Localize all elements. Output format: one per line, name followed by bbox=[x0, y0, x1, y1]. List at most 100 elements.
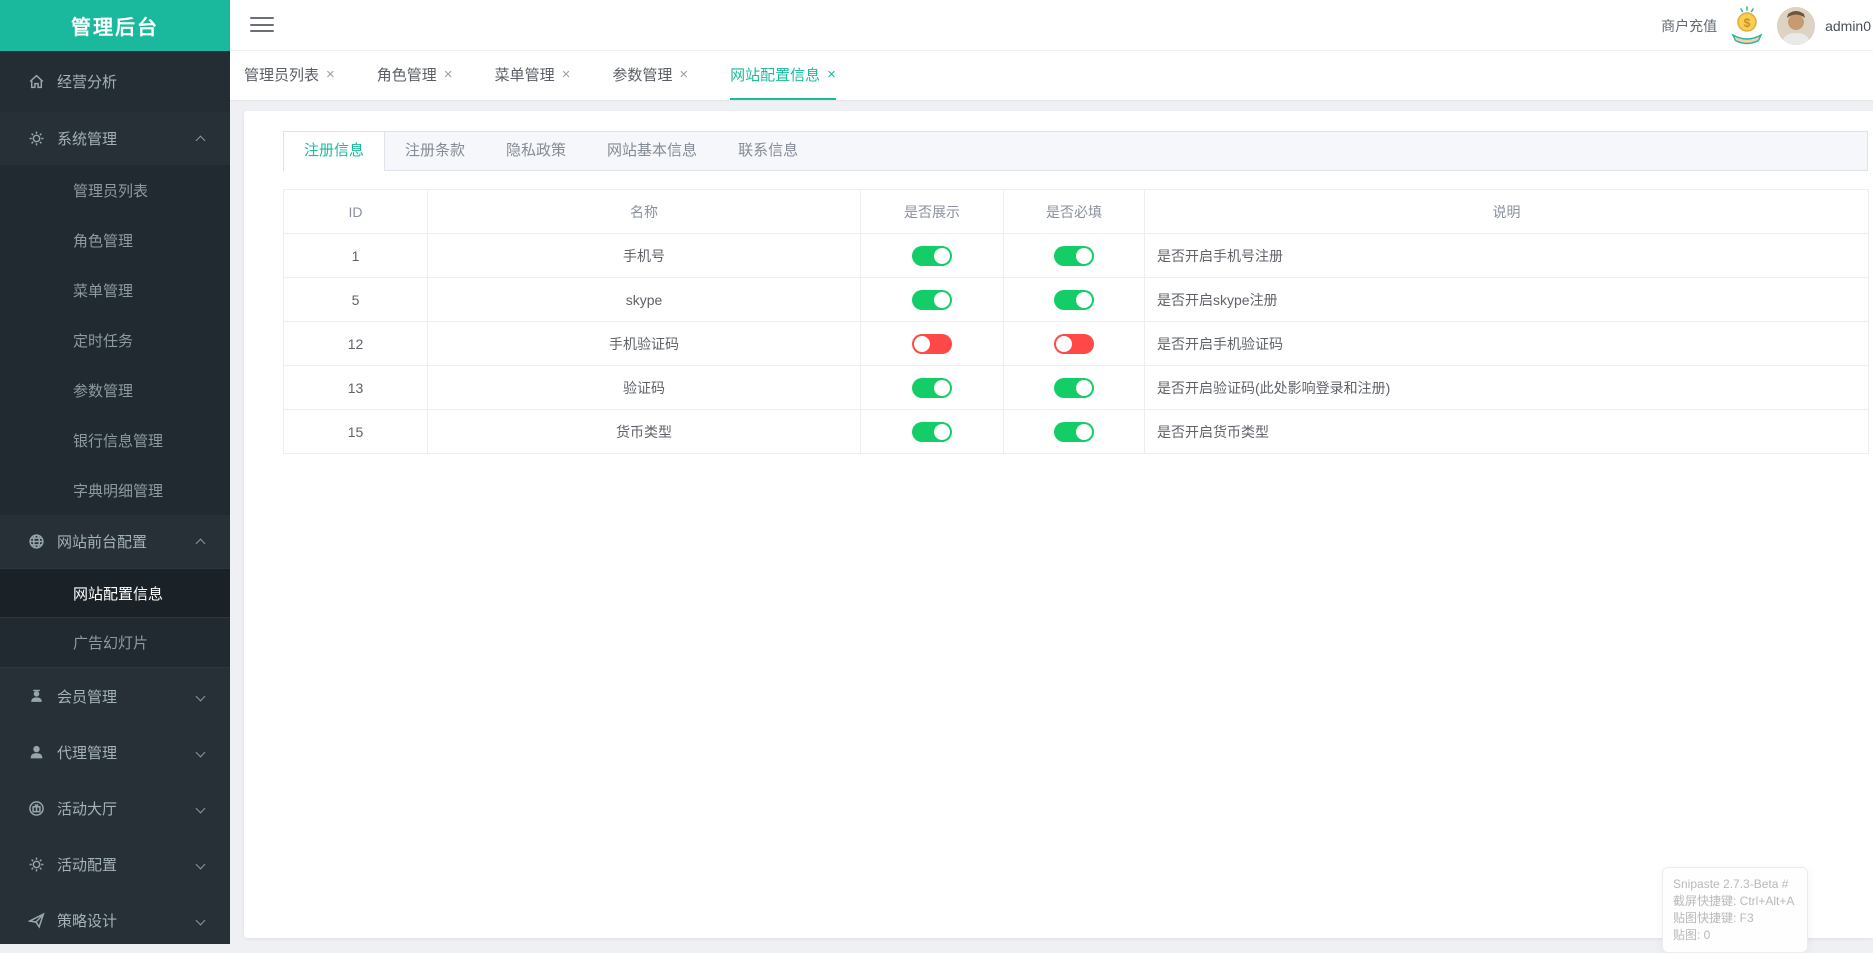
show-toggle[interactable] bbox=[912, 422, 952, 442]
sidebar-item-label: 经营分析 bbox=[57, 71, 117, 92]
table-row: 5 skype 是否开启skype注册 bbox=[284, 278, 1869, 322]
subitem-label: 参数管理 bbox=[73, 380, 133, 401]
close-icon[interactable]: × bbox=[326, 66, 335, 83]
subitem-label: 角色管理 bbox=[73, 230, 133, 251]
close-icon[interactable]: × bbox=[562, 66, 571, 83]
section-tab-privacy-policy[interactable]: 隐私政策 bbox=[486, 132, 587, 170]
cell-name: 手机号 bbox=[428, 234, 861, 278]
sidebar-subitem-ad-slideshow[interactable]: 广告幻灯片 bbox=[0, 618, 230, 668]
submenu-system-management: 管理员列表 角色管理 菜单管理 定时任务 参数管理 银行信息管理 字典明细管理 bbox=[0, 165, 230, 515]
subitem-label: 广告幻灯片 bbox=[73, 632, 148, 653]
tab-site-config-info[interactable]: 网站配置信息 × bbox=[730, 51, 836, 100]
required-toggle[interactable] bbox=[1054, 422, 1094, 442]
close-icon[interactable]: × bbox=[679, 66, 688, 83]
tab-parameter-management[interactable]: 参数管理 × bbox=[612, 51, 688, 100]
sidebar-subitem-role-management[interactable]: 角色管理 bbox=[0, 215, 230, 265]
topbar: 商户充值 $ admin0 bbox=[230, 0, 1873, 51]
tab-role-management[interactable]: 角色管理 × bbox=[377, 51, 453, 100]
cell-id: 1 bbox=[284, 234, 428, 278]
section-tab-contact-info[interactable]: 联系信息 bbox=[718, 132, 819, 170]
cell-desc: 是否开启货币类型 bbox=[1145, 410, 1869, 454]
subitem-label: 定时任务 bbox=[73, 330, 133, 351]
required-toggle[interactable] bbox=[1054, 246, 1094, 266]
sidebar-subitem-bank-info-management[interactable]: 银行信息管理 bbox=[0, 415, 230, 465]
show-toggle[interactable] bbox=[912, 334, 952, 354]
tab-menu-management[interactable]: 菜单管理 × bbox=[495, 51, 571, 100]
sidebar-toggle-hamburger-icon[interactable] bbox=[250, 17, 274, 34]
required-toggle[interactable] bbox=[1054, 290, 1094, 310]
sidebar-subitem-parameter-management[interactable]: 参数管理 bbox=[0, 365, 230, 415]
col-header-required: 是否必填 bbox=[1004, 190, 1145, 234]
cell-name: 验证码 bbox=[428, 366, 861, 410]
section-tab-site-basic-info[interactable]: 网站基本信息 bbox=[587, 132, 718, 170]
show-toggle[interactable] bbox=[912, 246, 952, 266]
chevron-up-icon bbox=[196, 539, 206, 549]
show-toggle[interactable] bbox=[912, 290, 952, 310]
topbar-right: 商户充值 $ admin0 bbox=[1661, 0, 1871, 51]
subitem-label: 菜单管理 bbox=[73, 280, 133, 301]
show-toggle[interactable] bbox=[912, 378, 952, 398]
sidebar-subitem-menu-management[interactable]: 菜单管理 bbox=[0, 265, 230, 315]
tab-admin-list[interactable]: 管理员列表 × bbox=[244, 51, 335, 100]
content-area: 注册信息 注册条款 隐私政策 网站基本信息 联系信息 ID 名称 是否展示 bbox=[230, 102, 1873, 944]
user-avatar[interactable] bbox=[1777, 7, 1815, 45]
sidebar-item-label: 系统管理 bbox=[57, 128, 117, 149]
gear-icon bbox=[27, 855, 45, 873]
section-tab-register-terms[interactable]: 注册条款 bbox=[385, 132, 486, 170]
paper-plane-icon bbox=[27, 911, 45, 929]
chevron-down-icon bbox=[196, 915, 206, 925]
sidebar-subitem-site-config-info[interactable]: 网站配置信息 bbox=[0, 568, 230, 618]
table-row: 12 手机验证码 是否开启手机验证码 bbox=[284, 322, 1869, 366]
required-toggle[interactable] bbox=[1054, 378, 1094, 398]
merchant-recharge-link[interactable]: 商户充值 bbox=[1661, 16, 1717, 36]
cell-id: 5 bbox=[284, 278, 428, 322]
sidebar-subitem-admin-list[interactable]: 管理员列表 bbox=[0, 165, 230, 215]
sidebar-subitem-scheduled-tasks[interactable]: 定时任务 bbox=[0, 315, 230, 365]
subitem-label: 字典明细管理 bbox=[73, 480, 163, 501]
submenu-site-frontend-config: 网站配置信息 广告幻灯片 bbox=[0, 568, 230, 668]
activity-icon bbox=[27, 799, 45, 817]
config-card: 注册信息 注册条款 隐私政策 网站基本信息 联系信息 ID 名称 是否展示 bbox=[244, 111, 1873, 938]
sidebar-item-activity-config[interactable]: 活动配置 bbox=[0, 836, 230, 892]
table-row: 1 手机号 是否开启手机号注册 bbox=[284, 234, 1869, 278]
globe-icon bbox=[27, 533, 45, 551]
sidebar-item-system-management[interactable]: 系统管理 bbox=[0, 112, 230, 165]
sidebar-subitem-dict-detail-management[interactable]: 字典明细管理 bbox=[0, 465, 230, 515]
close-icon[interactable]: × bbox=[444, 66, 453, 83]
close-icon[interactable]: × bbox=[827, 66, 836, 83]
sidebar-item-business-analysis[interactable]: 经营分析 bbox=[0, 51, 230, 112]
sidebar-item-site-frontend-config[interactable]: 网站前台配置 bbox=[0, 515, 230, 568]
cell-desc: 是否开启skype注册 bbox=[1145, 278, 1869, 322]
recharge-coin-icon[interactable]: $ bbox=[1727, 5, 1767, 47]
gear-icon bbox=[27, 130, 45, 148]
chevron-up-icon bbox=[196, 136, 206, 146]
config-section-tabs: 注册信息 注册条款 隐私政策 网站基本信息 联系信息 bbox=[283, 131, 1868, 171]
cell-name: 手机验证码 bbox=[428, 322, 861, 366]
username-label[interactable]: admin0 bbox=[1825, 18, 1871, 34]
cell-name: 货币类型 bbox=[428, 410, 861, 454]
table-header-row: ID 名称 是否展示 是否必填 说明 bbox=[284, 190, 1869, 234]
sidebar-item-label: 代理管理 bbox=[57, 742, 117, 763]
sidebar-item-label: 网站前台配置 bbox=[57, 531, 147, 552]
main-area: 商户充值 $ admin0 管理员列表 × 角色 bbox=[230, 0, 1873, 944]
chevron-down-icon bbox=[196, 859, 206, 869]
sidebar-item-label: 会员管理 bbox=[57, 686, 117, 707]
cell-id: 13 bbox=[284, 366, 428, 410]
sidebar-item-strategy-design[interactable]: 策略设计 bbox=[0, 892, 230, 948]
snipaste-paste-hotkey: 贴图快捷键: F3 bbox=[1673, 910, 1797, 927]
snipaste-tooltip: Snipaste 2.7.3-Beta # 截屏快捷键: Ctrl+Alt+A … bbox=[1662, 867, 1808, 953]
sidebar-item-activity-hall[interactable]: 活动大厅 bbox=[0, 780, 230, 836]
table-row: 15 货币类型 是否开启货币类型 bbox=[284, 410, 1869, 454]
tab-label: 管理员列表 bbox=[244, 64, 319, 85]
svg-text:$: $ bbox=[1744, 16, 1751, 30]
chevron-down-icon bbox=[196, 691, 206, 701]
sidebar-item-agent-management[interactable]: 代理管理 bbox=[0, 724, 230, 780]
cell-desc: 是否开启手机号注册 bbox=[1145, 234, 1869, 278]
col-header-id: ID bbox=[284, 190, 428, 234]
sidebar-item-member-management[interactable]: 会员管理 bbox=[0, 668, 230, 724]
section-tab-register-info[interactable]: 注册信息 bbox=[284, 132, 385, 171]
tab-label: 参数管理 bbox=[612, 64, 672, 85]
tab-label: 角色管理 bbox=[377, 64, 437, 85]
subitem-label: 银行信息管理 bbox=[73, 430, 163, 451]
required-toggle[interactable] bbox=[1054, 334, 1094, 354]
